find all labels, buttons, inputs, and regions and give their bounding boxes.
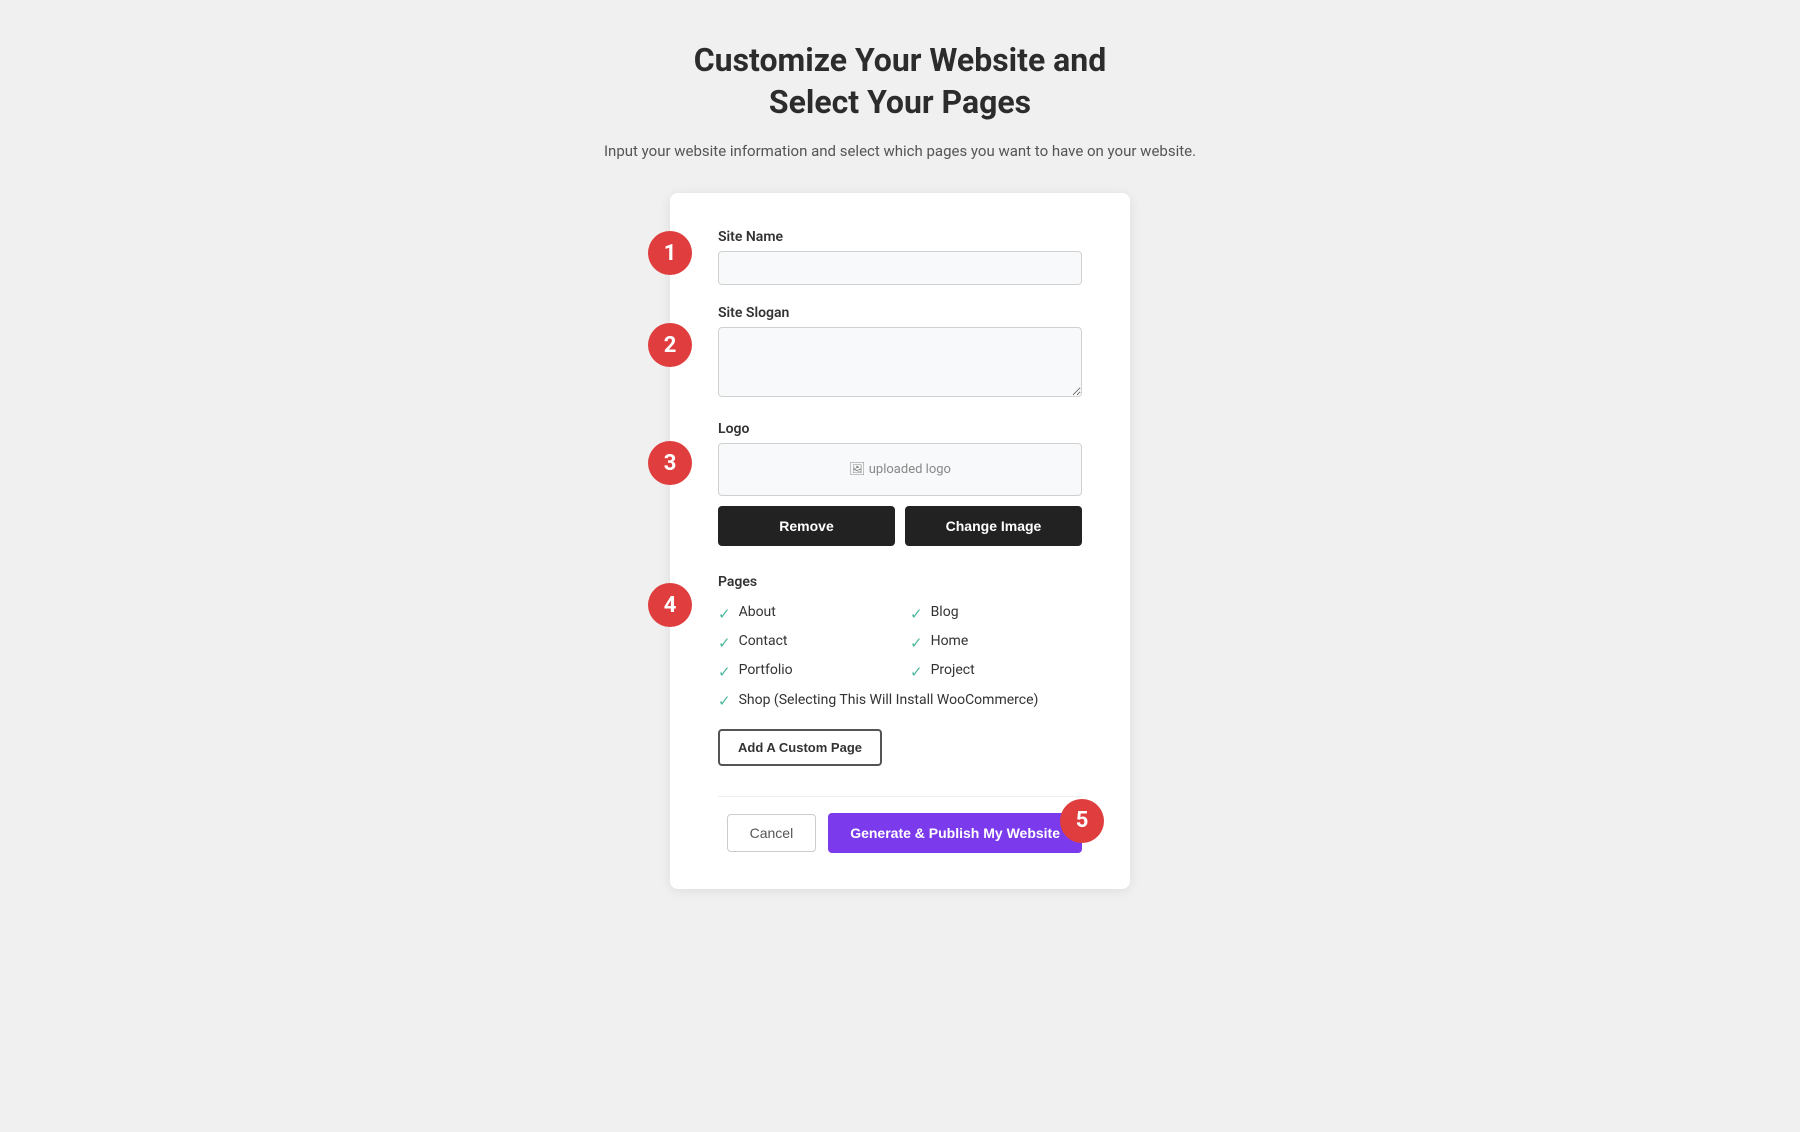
check-icon-project: ✓ xyxy=(910,663,923,681)
change-image-button[interactable]: Change Image xyxy=(905,506,1082,546)
page-item-home[interactable]: ✓ Home xyxy=(910,633,1082,652)
page-label-shop: Shop (Selecting This Will Install WooCom… xyxy=(739,691,1039,711)
page-subtitle: Input your website information and selec… xyxy=(604,139,1196,163)
check-icon-about: ✓ xyxy=(718,605,731,623)
step-badge-1: 1 xyxy=(648,231,692,275)
step-badge-4: 4 xyxy=(648,583,692,627)
check-icon-home: ✓ xyxy=(910,634,923,652)
step-badge-3: 3 xyxy=(648,441,692,485)
logo-preview-text: 🖼 uploaded logo xyxy=(849,462,951,477)
remove-button[interactable]: Remove xyxy=(718,506,895,546)
publish-button[interactable]: Generate & Publish My Website xyxy=(828,813,1082,853)
add-custom-page-button[interactable]: Add A Custom Page xyxy=(718,729,882,766)
logo-preview: 🖼 uploaded logo xyxy=(718,443,1082,496)
page-header: Customize Your Website andSelect Your Pa… xyxy=(604,40,1196,163)
page-label-portfolio: Portfolio xyxy=(739,662,793,678)
logo-label: Logo xyxy=(718,421,1082,437)
cancel-button[interactable]: Cancel xyxy=(727,814,817,852)
site-slogan-group: Site Slogan xyxy=(718,305,1082,401)
site-name-label: Site Name xyxy=(718,229,1082,245)
check-icon-shop: ✓ xyxy=(718,692,731,710)
step-badge-5: 5 xyxy=(1060,799,1104,843)
main-card: Site Name Site Slogan Logo 🖼 uploaded lo… xyxy=(670,193,1130,889)
check-icon-blog: ✓ xyxy=(910,605,923,623)
pages-label: Pages xyxy=(718,574,1082,590)
check-icon-portfolio: ✓ xyxy=(718,663,731,681)
page-item-project[interactable]: ✓ Project xyxy=(910,662,1082,681)
check-icon-contact: ✓ xyxy=(718,634,731,652)
page-item-shop[interactable]: ✓ Shop (Selecting This Will Install WooC… xyxy=(718,691,1082,711)
page-label-home: Home xyxy=(931,633,969,649)
page-title: Customize Your Website andSelect Your Pa… xyxy=(604,40,1196,123)
pages-section: Pages ✓ About ✓ Blog ✓ Contact ✓ Home xyxy=(718,574,1082,766)
site-slogan-input[interactable] xyxy=(718,327,1082,397)
page-item-portfolio[interactable]: ✓ Portfolio xyxy=(718,662,890,681)
page-label-project: Project xyxy=(931,662,975,678)
page-item-blog[interactable]: ✓ Blog xyxy=(910,604,1082,623)
logo-buttons: Remove Change Image xyxy=(718,506,1082,546)
page-item-contact[interactable]: ✓ Contact xyxy=(718,633,890,652)
site-name-group: Site Name xyxy=(718,229,1082,285)
site-slogan-label: Site Slogan xyxy=(718,305,1082,321)
card-footer: Cancel Generate & Publish My Website 5 xyxy=(718,796,1082,853)
site-name-input[interactable] xyxy=(718,251,1082,285)
step-badge-2: 2 xyxy=(648,323,692,367)
page-label-about: About xyxy=(739,604,776,620)
page-label-contact: Contact xyxy=(739,633,788,649)
pages-grid: ✓ About ✓ Blog ✓ Contact ✓ Home ✓ xyxy=(718,604,1082,711)
page-item-about[interactable]: ✓ About xyxy=(718,604,890,623)
page-label-blog: Blog xyxy=(931,604,959,620)
logo-group: Logo 🖼 uploaded logo Remove Change Image xyxy=(718,421,1082,546)
